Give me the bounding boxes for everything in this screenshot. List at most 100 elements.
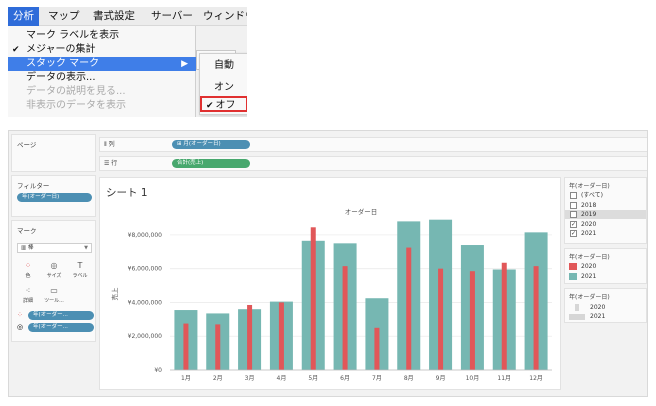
checkbox-icon[interactable] (570, 211, 577, 218)
filter-panel-title: 年(オーダー日) (569, 183, 610, 190)
x-tick-label: 8月 (404, 375, 414, 382)
y-axis-label: 売上 (110, 287, 119, 301)
menu-item-label: データの説明を見る... (26, 86, 126, 97)
detail-button-label: 詳細 (22, 298, 33, 304)
y-tick-label: ¥6,000,000 (128, 266, 163, 273)
label-button-label: ラベル (72, 273, 88, 279)
submenu-item-on[interactable]: オン (200, 80, 247, 96)
bar-2020 (406, 247, 412, 370)
filter-item-label: 2019 (581, 211, 597, 218)
size-legend-title: 年(オーダー日) (569, 294, 610, 301)
size-legend: 年(オーダー日) 2020 2021 (564, 288, 647, 323)
rows-label-text: 行 (111, 160, 118, 167)
color-legend-title: 年(オーダー日) (569, 254, 610, 261)
menu-item-show-hidden-data: 非表示のデータを表示 (8, 99, 196, 113)
menu-item-aggregate-measures[interactable]: メジャーの集計 (8, 43, 196, 57)
detail-button[interactable]: ⁖ 詳細 (17, 284, 39, 306)
rows-shelf[interactable]: ☰ 行 合計(売上) (99, 156, 647, 171)
tooltip-button[interactable]: ▭ ツール... (43, 284, 65, 306)
menu-item-show-mark-labels[interactable]: マーク ラベルを表示 (8, 29, 196, 43)
filter-item[interactable]: (すべて) (565, 191, 646, 200)
color-button-label: 色 (25, 273, 31, 279)
size-icon: ◎ (50, 261, 58, 270)
columns-pill-text: 月(オーダー日) (183, 141, 221, 147)
submenu-item-off[interactable]: オフ (200, 96, 247, 112)
bar-chart-icon: ▥ (21, 245, 28, 251)
rows-pill[interactable]: 合計(売上) (172, 159, 250, 168)
columns-pill[interactable]: ⊞ 月(オーダー日) (172, 140, 250, 149)
tableau-screenshot: ページ フィルター 年(オーダー日) マーク ▥ 棒 ▼ ⁘ 色 ◎ サイズ T ラベル… (8, 130, 648, 397)
analysis-dropdown: マーク ラベルを表示 メジャーの集計 スタック マーク ▶ データの表示... デ… (8, 26, 196, 117)
menu-server[interactable]: サーバー (146, 7, 198, 26)
menu-screenshot: 分析 マップ 書式設定 サーバー ウィンドウ マーク ラベルを表示 メジャーの集… (8, 7, 247, 117)
checkbox-icon[interactable]: ✓ (570, 220, 577, 228)
x-tick-label: 4月 (277, 375, 287, 382)
rows-shelf-label: ☰ 行 (104, 157, 117, 171)
color-legend-item[interactable]: 2021 (569, 272, 596, 281)
mark-field-size[interactable]: ◎ 年(オーダー... (17, 323, 95, 332)
menu-analysis[interactable]: 分析 (8, 7, 39, 26)
checkbox-icon[interactable] (570, 201, 577, 209)
color-legend-label: 2020 (581, 263, 597, 270)
filter-item[interactable]: 2018 (565, 201, 646, 210)
tooltip-button-label: ツール... (44, 298, 64, 304)
bar-2020 (183, 323, 189, 370)
x-tick-label: 11月 (497, 375, 511, 382)
marks-card: マーク ▥ 棒 ▼ ⁘ 色 ◎ サイズ T ラベル ⁖ 詳細 ▭ ツール... ⁘ 年(オー… (11, 220, 96, 342)
color-swatch (569, 273, 577, 280)
color-legend-item[interactable]: 2020 (569, 262, 596, 271)
chart-header: オーダー日 (345, 207, 378, 216)
menu-item-stack-marks[interactable]: スタック マーク ▶ (8, 57, 196, 71)
size-button[interactable]: ◎ サイズ (43, 259, 65, 281)
label-button[interactable]: T ラベル (69, 259, 91, 281)
bar-2020 (310, 227, 316, 370)
bar-2020 (374, 327, 380, 370)
filter-item[interactable]: 2019 (565, 210, 646, 219)
columns-shelf[interactable]: ⦀ 列 ⊞ 月(オーダー日) (99, 137, 647, 152)
mark-field-color[interactable]: ⁘ 年(オーダー... (17, 311, 95, 320)
filter-pill[interactable]: 年(オーダー日) (17, 193, 92, 202)
detail-icon: ⁖ (25, 286, 31, 295)
bar-2020 (247, 304, 253, 370)
color-button[interactable]: ⁘ 色 (17, 259, 39, 281)
submenu-arrow-icon: ▶ (181, 59, 188, 69)
x-tick-label: 7月 (372, 375, 382, 382)
bar-2020 (501, 262, 507, 370)
color-swatch (569, 263, 577, 270)
checkbox-icon[interactable]: ✓ (570, 230, 577, 237)
submenu-item-auto[interactable]: 自動 (200, 58, 247, 74)
menu-item-label: メジャーの集計 (26, 44, 96, 55)
y-tick-label: ¥4,000,000 (128, 299, 163, 306)
x-tick-label: 1月 (181, 375, 191, 382)
y-tick-label: ¥8,000,000 (128, 232, 163, 239)
columns-label-text: 列 (108, 141, 115, 148)
menu-bar: 分析 マップ 書式設定 サーバー ウィンドウ (8, 7, 247, 26)
menu-map[interactable]: マップ (43, 7, 85, 26)
filter-item[interactable]: ✓ 2021 (565, 229, 646, 238)
stack-marks-submenu: 自動 オン オフ (199, 53, 247, 115)
x-tick-label: 6月 (340, 375, 350, 382)
bar-2020 (278, 302, 284, 370)
menu-item-view-data[interactable]: データの表示... (8, 71, 196, 85)
color-icon: ⁘ (24, 261, 32, 270)
menu-item-label: スタック マーク (26, 58, 100, 69)
color-icon: ⁘ (17, 311, 23, 319)
x-tick-label: 5月 (308, 375, 318, 382)
size-legend-item: 2021 (590, 313, 606, 320)
shelves: ⦀ 列 ⊞ 月(オーダー日) ☰ 行 合計(売上) (99, 131, 647, 175)
filters-title: フィルター (17, 182, 50, 190)
menu-format[interactable]: 書式設定 (88, 7, 140, 26)
sheet-view: シート 1 オーダー日 ¥0 ¥2,000,000 ¥4,000,000 ¥6,000,… (99, 177, 561, 390)
filter-item[interactable]: ✓ 2020 (565, 220, 646, 229)
filters-card: フィルター 年(オーダー日) (11, 175, 96, 217)
checkbox-icon[interactable] (570, 192, 577, 199)
filter-panel: 年(オーダー日) (すべて) 2018 2019 ✓ 2020 ✓ 2021 (564, 177, 647, 244)
mark-type-select[interactable]: ▥ 棒 ▼ (17, 243, 92, 253)
menu-window[interactable]: ウィンドウ (198, 7, 247, 26)
size-field-pill[interactable]: 年(オーダー... (28, 323, 94, 332)
color-field-pill[interactable]: 年(オーダー... (28, 311, 94, 320)
x-tick-label: 3月 (245, 375, 255, 382)
menu-item-label: 非表示のデータを表示 (26, 100, 126, 111)
y-tick-label: ¥2,000,000 (128, 333, 163, 340)
size-legend-item: 2020 (590, 304, 606, 311)
